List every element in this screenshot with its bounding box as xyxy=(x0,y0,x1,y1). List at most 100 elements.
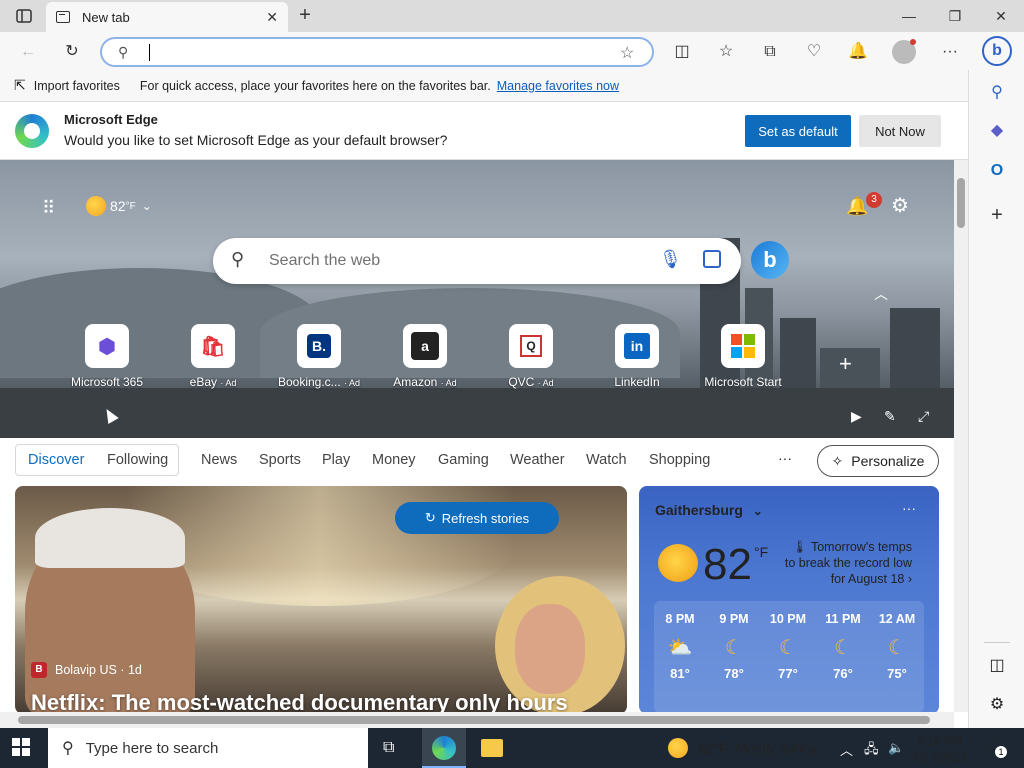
clock-time: 5:14 PM xyxy=(917,734,963,748)
taskbar-edge-icon[interactable] xyxy=(422,728,466,768)
tab-play[interactable]: Play xyxy=(322,452,350,468)
tile-amazon[interactable]: a xyxy=(403,324,447,368)
tab-money[interactable]: Money xyxy=(372,452,416,468)
collections-icon[interactable]: ⧉ xyxy=(758,40,782,64)
show-hidden-icons-icon[interactable]: ︿ xyxy=(840,740,853,759)
tray-weather-text[interactable]: 82°F Mostly sunny xyxy=(698,740,817,756)
infobar-message: Would you like to set Microsoft Edge as … xyxy=(64,132,448,148)
expand-icon[interactable]: ⤢ xyxy=(918,408,929,425)
weather-note[interactable]: 🌡 Tomorrow's temps to break the record l… xyxy=(780,539,912,587)
tile-microsoft-365[interactable]: ⬢ xyxy=(85,324,129,368)
action-center-badge: 1 xyxy=(995,746,1007,758)
tab-actions-icon[interactable] xyxy=(8,6,40,26)
copilot-icon[interactable]: b xyxy=(982,36,1012,66)
tab-close-icon[interactable]: ✕ xyxy=(266,9,278,26)
import-favorites-icon[interactable]: ⇱ xyxy=(14,77,26,94)
notifications-bell-icon[interactable]: 🔔 xyxy=(846,40,870,64)
windows-start-icon[interactable] xyxy=(12,738,30,761)
hour-column: 12 AM ☾ 75° xyxy=(870,612,924,681)
weather-unit: °F xyxy=(754,544,769,560)
weather-more-icon[interactable]: ··· xyxy=(902,500,916,516)
browser-essentials-icon[interactable]: ♡ xyxy=(802,40,826,64)
tile-booking[interactable]: B. xyxy=(297,324,341,368)
partly-cloudy-icon: ⛅ xyxy=(667,637,693,659)
window-close-button[interactable]: ✕ xyxy=(990,6,1012,26)
set-as-default-button[interactable]: Set as default xyxy=(745,115,851,147)
add-site-icon[interactable]: + xyxy=(839,351,852,377)
tab-shopping[interactable]: Shopping xyxy=(649,452,710,468)
favorites-icon[interactable]: ☆ xyxy=(714,40,738,64)
sunny-icon xyxy=(86,196,106,216)
address-bar[interactable]: ⚲ ☆ xyxy=(100,37,654,67)
web-search-box[interactable]: ⚲ Search the web 🎙 xyxy=(213,238,741,284)
tile-label: QVC · Ad xyxy=(508,375,554,389)
minimize-button[interactable]: — xyxy=(898,6,920,26)
tile-linkedin[interactable]: in xyxy=(615,324,659,368)
favorite-star-icon[interactable]: ☆ xyxy=(620,43,634,63)
tab-watch[interactable]: Watch xyxy=(586,452,627,468)
tab-discover[interactable]: Discover xyxy=(28,452,84,468)
restore-button[interactable]: ❐ xyxy=(944,6,966,26)
sidebar-outlook-icon[interactable]: O xyxy=(986,160,1008,182)
refresh-icon[interactable]: ↻ xyxy=(60,40,84,64)
sidebar-settings-icon[interactable]: ⚙ xyxy=(986,694,1008,716)
sidebar-hide-icon[interactable]: ◫ xyxy=(986,655,1008,677)
tab-following[interactable]: Following xyxy=(107,452,168,468)
manage-favorites-link[interactable]: Manage favorites now xyxy=(497,79,619,93)
refresh-stories-label: Refresh stories xyxy=(441,510,530,526)
back-icon[interactable]: ← xyxy=(16,40,40,64)
file-explorer-icon[interactable] xyxy=(481,739,503,757)
sidebar-copilot-icon[interactable]: ◆ xyxy=(986,120,1008,142)
search-icon: ⚲ xyxy=(62,740,74,757)
tab-sports[interactable]: Sports xyxy=(259,452,301,468)
more-tabs-icon[interactable]: ··· xyxy=(778,450,792,466)
horizontal-scroll-thumb[interactable] xyxy=(18,716,930,724)
not-now-button[interactable]: Not Now xyxy=(859,115,941,147)
more-menu-icon[interactable]: ··· xyxy=(938,40,962,64)
refresh-icon: ↻ xyxy=(424,510,436,525)
hero-notifications-icon[interactable]: 🔔 xyxy=(846,196,868,218)
personalize-button[interactable]: ✧ Personalize xyxy=(817,445,939,477)
tile-qvc[interactable]: Q xyxy=(509,324,553,368)
visual-search-icon[interactable] xyxy=(703,250,721,268)
tab-news[interactable]: News xyxy=(201,452,237,468)
tile-ebay[interactable]: 🛍 xyxy=(191,324,235,368)
new-tab-button[interactable]: + xyxy=(294,4,316,26)
import-favorites-button[interactable]: Import favorites xyxy=(34,79,120,93)
split-screen-icon[interactable]: ◫ xyxy=(670,40,694,64)
sidebar-add-icon[interactable]: + xyxy=(986,204,1008,226)
task-view-icon[interactable]: ⧉ xyxy=(383,739,394,757)
tray-weather-sun-icon[interactable] xyxy=(668,738,688,758)
search-icon: ⚲ xyxy=(231,249,245,269)
volume-icon[interactable]: 🔈 xyxy=(888,740,904,756)
vertical-scrollbar[interactable] xyxy=(954,160,968,712)
edit-background-icon[interactable]: ✎ xyxy=(884,408,896,425)
apps-grid-icon[interactable]: ⠿ xyxy=(42,198,62,218)
tab-gaming[interactable]: Gaming xyxy=(438,452,489,468)
story-source[interactable]: Bolavip US · 1d xyxy=(55,663,142,677)
taskbar-clock[interactable]: 5:14 PM 8/17/2023 xyxy=(913,733,966,765)
network-icon[interactable]: 🖧 xyxy=(864,740,879,762)
page-settings-gear-icon[interactable]: ⚙ xyxy=(891,195,913,217)
hour-column: 11 PM ☾ 76° xyxy=(816,612,870,681)
tab-weather[interactable]: Weather xyxy=(510,452,565,468)
chevron-up-icon[interactable]: ︿ xyxy=(874,284,890,302)
microphone-icon[interactable]: 🎙 xyxy=(659,249,682,270)
tab-new-tab[interactable]: New tab ✕ xyxy=(46,2,288,32)
sidebar-search-icon[interactable]: ⚲ xyxy=(986,82,1008,104)
hero-weather-widget[interactable]: 82 °F ⌄ xyxy=(86,196,152,216)
refresh-stories-button[interactable]: ↻ Refresh stories xyxy=(395,502,559,534)
tab-title: New tab xyxy=(82,9,130,25)
vertical-scroll-thumb[interactable] xyxy=(957,178,965,228)
infobar-title: Microsoft Edge xyxy=(64,112,158,127)
weather-location[interactable]: Gaithersburg ⌄ xyxy=(655,502,763,518)
source-logo-icon: B xyxy=(31,662,47,678)
tile-microsoft-start[interactable] xyxy=(721,324,765,368)
tile-label: LinkedIn xyxy=(614,375,660,389)
text-caret xyxy=(149,44,150,61)
taskbar-search-placeholder: Type here to search xyxy=(85,739,219,757)
play-icon[interactable]: ▶ xyxy=(851,408,862,425)
taskbar-search-box[interactable]: ⚲ Type here to search xyxy=(48,728,368,768)
bing-chat-button[interactable]: b xyxy=(751,241,789,279)
hero-weather-unit: °F xyxy=(125,200,136,212)
